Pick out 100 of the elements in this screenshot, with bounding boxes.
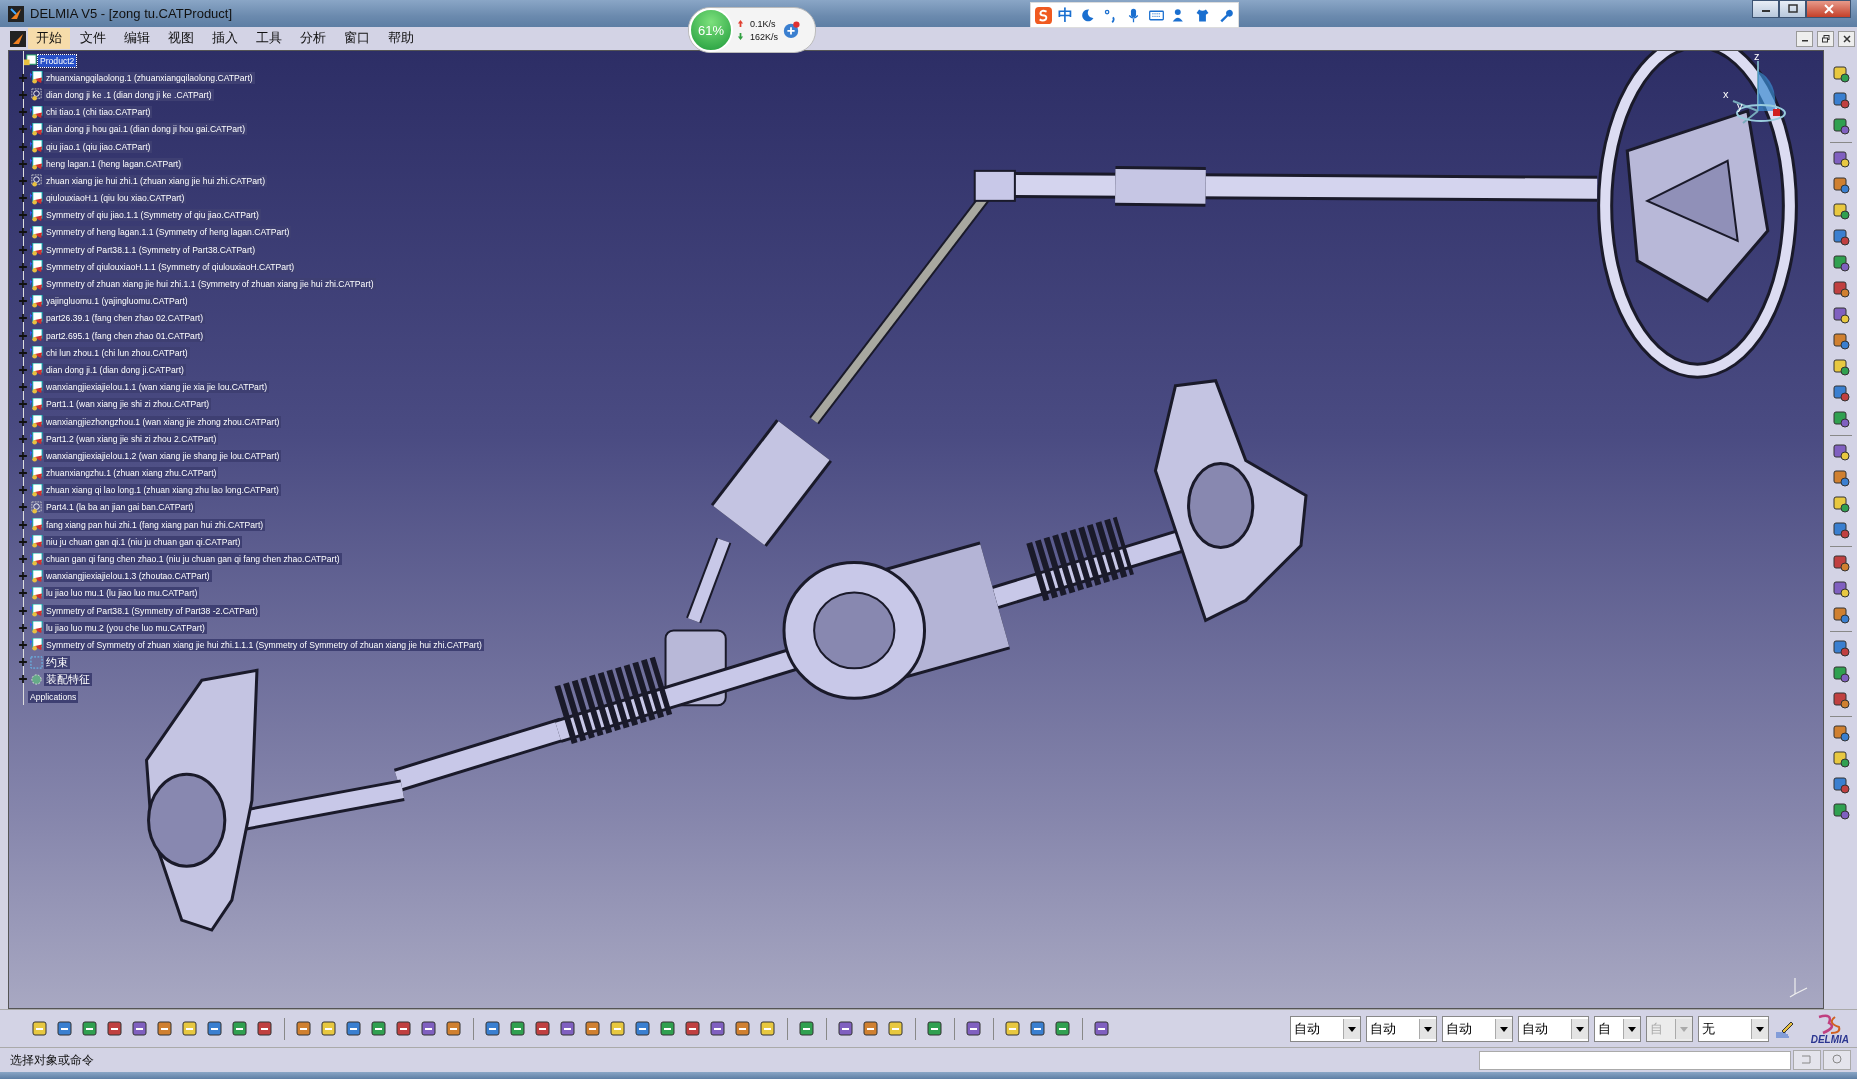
tree-item[interactable]: Part4.1 (la ba an jian gai ban.CATPart) bbox=[44, 501, 196, 514]
tree-item[interactable]: Symmetry of heng lagan.1.1 (Symmetry of heng lagan.CATPart) bbox=[44, 226, 292, 239]
tree-item[interactable]: dian dong ji.1 (dian dong ji.CATPart) bbox=[44, 363, 186, 376]
maximize-button[interactable] bbox=[1779, 0, 1806, 18]
tree-item[interactable]: part26.39.1 (fang chen zhao 02.CATPart) bbox=[44, 312, 205, 325]
tree-item[interactable]: Symmetry of Part38.1.1 (Symmetry of Part38.CATPart) bbox=[44, 243, 257, 256]
expand-icon[interactable] bbox=[18, 107, 28, 118]
expand-icon[interactable] bbox=[18, 554, 28, 565]
tree-item[interactable]: lu jiao luo mu.2 (you che luo mu.CATPart) bbox=[44, 621, 207, 634]
moon-icon[interactable] bbox=[1079, 6, 1096, 24]
style-dropdown[interactable]: 自动 bbox=[1365, 1015, 1437, 1042]
style-dropdown[interactable]: 自 bbox=[1593, 1015, 1641, 1042]
tree-item[interactable]: Symmetry of Part38.1 (Symmetry of Part38 -2.CATPart) bbox=[44, 604, 260, 617]
tree-item[interactable]: chuan gan qi fang chen zhao.1 (niu ju chuan gan qi fang chen zhao.CATPart) bbox=[44, 553, 342, 566]
menu-item[interactable]: 插入 bbox=[204, 28, 246, 49]
command-input-field[interactable] bbox=[1479, 1050, 1791, 1070]
tree-item[interactable]: 装配特征 bbox=[44, 672, 92, 686]
ime-logo-icon[interactable] bbox=[1035, 6, 1052, 24]
tree-item[interactable]: dian dong ji hou gai.1 (dian dong ji hou gai.CATPart) bbox=[44, 123, 248, 136]
tree-item[interactable]: zhuan xiang qi lao long.1 (zhuan xiang zhu lao long.CATPart) bbox=[44, 484, 281, 497]
expand-icon[interactable] bbox=[18, 175, 28, 186]
menu-item[interactable]: 窗口 bbox=[336, 28, 378, 49]
expand-icon[interactable] bbox=[18, 536, 28, 547]
tree-item[interactable]: Symmetry of Symmetry of zhuan xiang jie hui zhi.1.1.1 (Symmetry of Symmetry of zhuan xiang jie hui zhi.CATPart) bbox=[44, 638, 484, 651]
tree-item[interactable]: qiu jiao.1 (qiu jiao.CATPart) bbox=[44, 140, 153, 153]
expand-icon[interactable] bbox=[18, 433, 28, 444]
input-mode[interactable]: 中 bbox=[1058, 5, 1073, 25]
expand-icon[interactable] bbox=[18, 296, 28, 307]
expand-icon[interactable] bbox=[18, 244, 28, 255]
style-dropdown[interactable]: 自动 bbox=[1517, 1015, 1589, 1042]
expand-icon[interactable] bbox=[18, 399, 28, 410]
plus-icon[interactable] bbox=[782, 21, 801, 39]
expand-icon[interactable] bbox=[18, 124, 28, 135]
tree-item[interactable]: wanxiangjiezhongzhou.1 (wan xiang jie zhong zhou.CATPart) bbox=[44, 415, 282, 428]
expand-icon[interactable] bbox=[18, 158, 28, 169]
menu-item[interactable]: 编辑 bbox=[116, 28, 158, 49]
tree-item[interactable]: Part1.2 (wan xiang jie shi zi zhou 2.CATPart) bbox=[44, 432, 219, 445]
tree-item[interactable]: niu ju chuan gan qi.1 (niu ju chuan gan qi.CATPart) bbox=[44, 535, 243, 548]
3d-viewport[interactable] bbox=[8, 50, 1824, 1009]
menu-item[interactable]: 视图 bbox=[160, 28, 202, 49]
style-dropdown[interactable]: 自动 bbox=[1289, 1015, 1361, 1042]
expand-icon[interactable] bbox=[18, 89, 28, 100]
tree-item[interactable]: wanxiangjiexiajielou.1.2 (wan xiang jie shang jie lou.CATPart) bbox=[44, 449, 282, 462]
style-dropdown[interactable]: 无 bbox=[1697, 1015, 1769, 1042]
tree-item[interactable]: dian dong ji ke .1 (dian dong ji ke .CATPart) bbox=[44, 88, 214, 101]
expand-icon[interactable] bbox=[18, 72, 28, 83]
tree-item[interactable]: zhuan xiang jie hui zhi.1 (zhuan xiang jie hui zhi.CATPart) bbox=[44, 174, 268, 187]
expand-icon[interactable] bbox=[18, 468, 28, 479]
expand-icon[interactable] bbox=[18, 639, 28, 650]
close-button[interactable] bbox=[1806, 0, 1851, 18]
menu-item[interactable]: 分析 bbox=[292, 28, 334, 49]
expand-icon[interactable] bbox=[18, 622, 28, 633]
expand-icon[interactable] bbox=[18, 605, 28, 616]
menu-item[interactable]: 文件 bbox=[72, 28, 114, 49]
tree-item[interactable]: Applications bbox=[28, 690, 79, 703]
tree-item[interactable]: Symmetry of qiu jiao.1.1 (Symmetry of qiu jiao.CATPart) bbox=[44, 209, 261, 222]
expand-icon[interactable] bbox=[18, 364, 28, 375]
expand-icon[interactable] bbox=[18, 657, 28, 668]
tree-item[interactable]: wanxiangjiexiajielou.1.3 (zhoutao.CATPart) bbox=[44, 570, 212, 583]
expand-icon[interactable] bbox=[18, 193, 28, 204]
tree-root[interactable]: Product2 bbox=[38, 54, 77, 67]
expand-icon[interactable] bbox=[18, 519, 28, 530]
tree-item[interactable]: Symmetry of qiulouxiaoH.1.1 (Symmetry of qiulouxiaoH.CATPart) bbox=[44, 260, 297, 273]
tree-item[interactable]: zhuanxiangzhu.1 (zhuan xiang zhu.CATPart) bbox=[44, 467, 219, 480]
network-monitor[interactable]: 61% 0.1K/s 162K/s bbox=[688, 7, 816, 53]
expand-icon[interactable] bbox=[18, 210, 28, 221]
expand-icon[interactable] bbox=[18, 330, 28, 341]
expand-icon[interactable] bbox=[18, 382, 28, 393]
expand-icon[interactable] bbox=[18, 485, 28, 496]
tree-item[interactable]: yajingluomu.1 (yajingluomu.CATPart) bbox=[44, 295, 190, 308]
tree-item[interactable]: chi tiao.1 (chi tiao.CATPart) bbox=[44, 106, 153, 119]
expand-icon[interactable] bbox=[18, 313, 28, 324]
menu-item[interactable]: 开始 bbox=[28, 28, 70, 49]
close-button[interactable] bbox=[1838, 30, 1855, 47]
expand-icon[interactable] bbox=[18, 674, 28, 685]
expand-icon[interactable] bbox=[18, 261, 28, 272]
expand-icon[interactable] bbox=[18, 279, 28, 290]
menu-item[interactable]: 帮助 bbox=[380, 28, 422, 49]
tree-item[interactable]: Part1.1 (wan xiang jie shi zi zhou.CATPart) bbox=[44, 398, 212, 411]
restore-button[interactable] bbox=[1817, 30, 1834, 47]
tree-item[interactable]: Symmetry of zhuan xiang jie hui zhi.1.1 (Symmetry of zhuan xiang jie hui zhi.CATPart) bbox=[44, 278, 376, 291]
tree-item[interactable]: fang xiang pan hui zhi.1 (fang xiang pan hui zhi.CATPart) bbox=[44, 518, 266, 531]
style-dropdown[interactable]: 自动 bbox=[1441, 1015, 1513, 1042]
tree-item[interactable]: wanxiangjiexiajielou.1.1 (wan xiang jie xia jie lou.CATPart) bbox=[44, 381, 269, 394]
minimize-button[interactable] bbox=[1752, 0, 1779, 18]
expand-icon[interactable] bbox=[18, 416, 28, 427]
tree-item[interactable]: chi lun zhou.1 (chi lun zhou.CATPart) bbox=[44, 346, 190, 359]
expand-icon[interactable] bbox=[18, 141, 28, 152]
expand-icon[interactable] bbox=[18, 450, 28, 461]
menu-item[interactable]: 工具 bbox=[248, 28, 290, 49]
expand-icon[interactable] bbox=[18, 347, 28, 358]
expand-icon[interactable] bbox=[18, 502, 28, 513]
tree-item[interactable]: part2.695.1 (fang chen zhao 01.CATPart) bbox=[44, 329, 205, 342]
tree-item[interactable]: 约束 bbox=[44, 655, 70, 669]
document-icon[interactable] bbox=[10, 30, 26, 47]
expand-icon[interactable] bbox=[18, 227, 28, 238]
tree-item[interactable]: qiulouxiaoH.1 (qiu lou xiao.CATPart) bbox=[44, 192, 187, 205]
expand-icon[interactable] bbox=[18, 588, 28, 599]
expand-icon[interactable] bbox=[18, 571, 28, 582]
tree-item[interactable]: zhuanxiangqilaolong.1 (zhuanxiangqilaolong.CATPart) bbox=[44, 71, 255, 84]
